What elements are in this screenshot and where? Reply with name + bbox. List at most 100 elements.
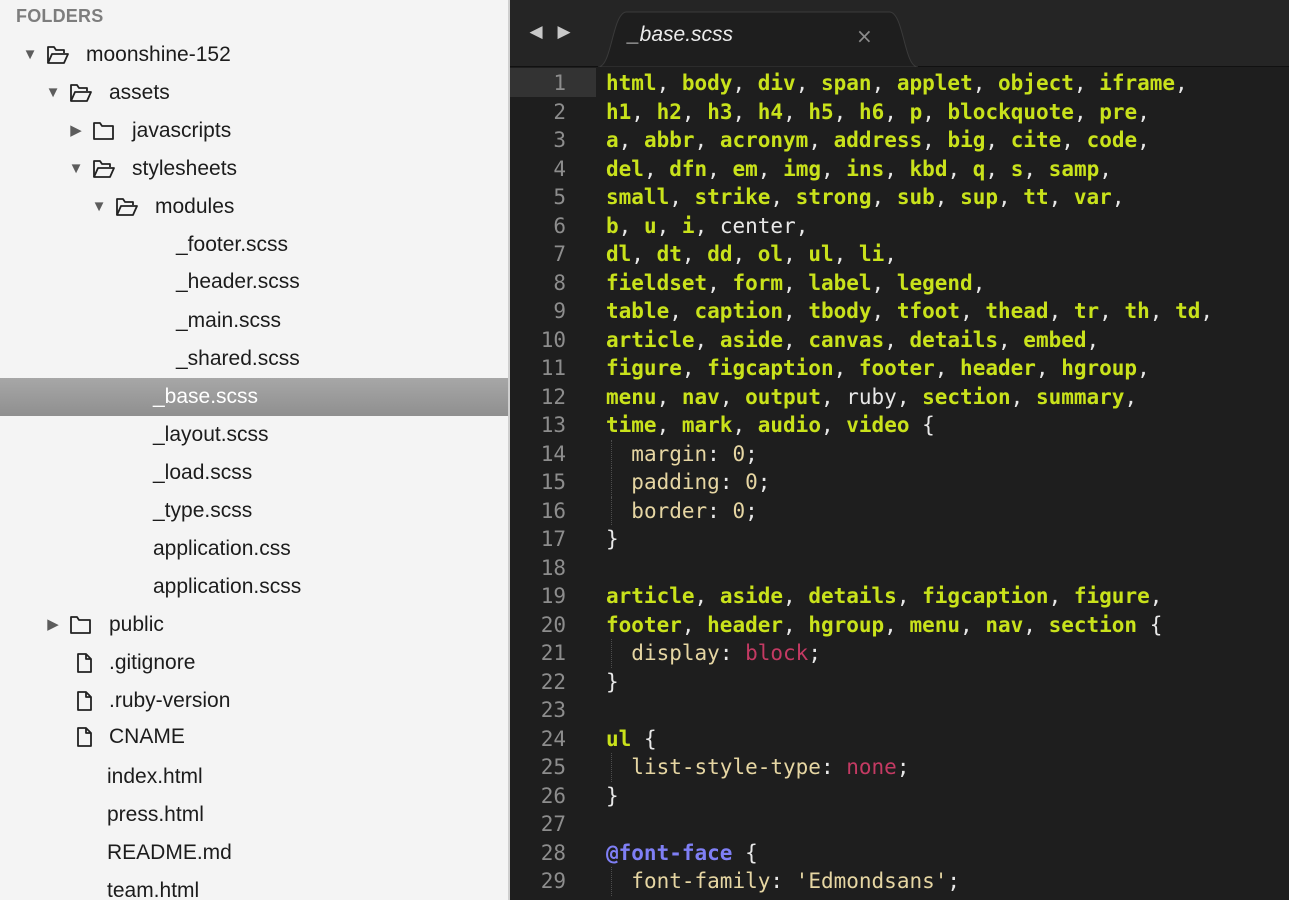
folder-icon [69, 614, 91, 636]
code-text: margin: 0; [631, 441, 758, 466]
code-line: 27 [510, 810, 1289, 839]
tree-item-label: team.html [107, 879, 200, 900]
back-arrow-icon[interactable]: ◀ [528, 22, 544, 42]
tree-item[interactable]: ▼ stylesheets [0, 150, 508, 188]
tree-item-label: _footer.scss [176, 233, 289, 256]
code-text: article, aside, details, figcaption, fig… [606, 584, 1163, 608]
tree-item[interactable]: ▶ public [0, 606, 508, 644]
code-line: 17} [510, 525, 1289, 554]
tree-item[interactable]: .gitignore [0, 644, 508, 682]
line-number: 14 [540, 441, 566, 466]
tree-item-label: _load.scss [153, 461, 253, 484]
line-number: 11 [540, 356, 566, 380]
code-line: 2 h1, h2, h3, h4, h5, h6, p, blockquote, … [510, 98, 1289, 127]
tree-item-label: press.html [107, 803, 204, 826]
disclosure-open-icon[interactable]: ▼ [45, 74, 61, 112]
tree-item[interactable]: application.scss [0, 568, 508, 606]
tree-item[interactable]: ▶ javascripts [0, 112, 508, 150]
tree-item[interactable]: README.md [0, 834, 508, 872]
indent-guide [611, 639, 612, 668]
code-text: dl, dt, dd, ol, ul, li, [606, 242, 897, 266]
code-text: a, abbr, acronym, address, big, cite, co… [606, 128, 1150, 152]
line-number: 17 [540, 527, 566, 551]
indent-guide [611, 439, 612, 468]
disclosure-closed-icon[interactable]: ▶ [68, 112, 84, 150]
tree-item[interactable]: press.html [0, 796, 508, 834]
indent-guide [611, 867, 612, 896]
code-text: border: 0; [631, 498, 758, 523]
tree-item-label: application.scss [153, 575, 302, 598]
tree-item[interactable]: _load.scss [0, 454, 508, 492]
tree-item-label: assets [109, 81, 170, 104]
disclosure-open-icon[interactable]: ▼ [91, 188, 107, 226]
tree-item[interactable]: _footer.scss [0, 226, 508, 264]
indent-guide [611, 753, 612, 782]
line-number: 13 [540, 413, 566, 437]
code-text: article, aside, canvas, details, embed, [606, 327, 1100, 352]
tree-item[interactable]: _base.scss [0, 378, 508, 416]
tree-item-label: .ruby-version [109, 689, 231, 712]
tree-item-label: _type.scss [153, 499, 253, 522]
tree-item-label: _layout.scss [153, 423, 269, 446]
tree-item[interactable]: _main.scss [0, 302, 508, 340]
folder-open-icon [46, 44, 69, 66]
tree-item[interactable]: index.html [0, 758, 508, 796]
forward-arrow-icon[interactable]: ▶ [556, 22, 572, 42]
code-text: del, dfn, em, img, ins, kbd, q, s, samp, [606, 156, 1112, 181]
line-number: 5 [553, 185, 566, 209]
code-text: b, u, i, center, [606, 213, 809, 238]
code-line: 20 footer, header, hgroup, menu, nav, sec… [510, 611, 1289, 640]
line-number: 16 [540, 498, 566, 523]
close-icon[interactable]: × [856, 24, 873, 48]
tree-item[interactable]: _layout.scss [0, 416, 508, 454]
code-line: 1 html, body, div, span, applet, object, … [510, 69, 1289, 98]
code-text: footer, header, hgroup, menu, nav, secti… [606, 612, 1163, 637]
disclosure-closed-icon[interactable]: ▶ [45, 606, 61, 644]
code-text: padding: 0; [631, 470, 771, 494]
code-line: 3 a, abbr, acronym, address, big, cite, c… [510, 126, 1289, 155]
tab-base-scss[interactable]: _base.scss × [598, 10, 928, 67]
code-line: 18 [510, 554, 1289, 583]
tree-item-label: application.css [153, 537, 291, 560]
line-number: 28 [540, 840, 566, 865]
tree-item[interactable]: _type.scss [0, 492, 508, 530]
indent-guide [611, 468, 612, 497]
tree-item[interactable]: .ruby-version [0, 682, 508, 720]
tree-item[interactable]: CNAME [0, 718, 508, 756]
code-line: 29 font-family: 'Edmondsans'; [510, 867, 1289, 896]
editor-pane[interactable]: ◀ ▶ _base.scss × 1 html, body, div, span,… [510, 0, 1289, 900]
code-text: html, body, div, span, applet, object, i… [606, 71, 1188, 95]
disclosure-open-icon[interactable]: ▼ [68, 150, 84, 188]
code-line: 14 margin: 0; [510, 439, 1289, 468]
line-number: 6 [553, 213, 566, 238]
line-number: 8 [553, 270, 566, 295]
code-line: 13 time, mark, audio, video { [510, 411, 1289, 440]
line-number: 9 [553, 299, 566, 323]
disclosure-open-icon[interactable]: ▼ [22, 36, 38, 74]
line-number: 22 [540, 669, 566, 694]
line-number: 20 [540, 612, 566, 637]
tree-item[interactable]: _header.scss [0, 263, 508, 301]
folder-open-icon [69, 82, 92, 104]
tree-item[interactable]: ▼ moonshine-152 [0, 36, 508, 74]
code-line: 5 small, strike, strong, sub, sup, tt, va… [510, 183, 1289, 212]
tree-item[interactable]: ▼ modules [0, 188, 508, 226]
tab-bar: ◀ ▶ _base.scss × [510, 0, 1289, 67]
code-line: 15 padding: 0; [510, 468, 1289, 497]
code-area[interactable]: 1 html, body, div, span, applet, object, … [510, 66, 1289, 900]
code-text: @font-face { [606, 840, 758, 865]
tree-item[interactable]: team.html [0, 872, 508, 900]
tree-item[interactable]: _shared.scss [0, 340, 508, 378]
code-line: 24 ul { [510, 725, 1289, 754]
tree-item[interactable]: ▼ assets [0, 74, 508, 112]
code-line: 7 dl, dt, dd, ol, ul, li, [510, 240, 1289, 269]
code-text: figure, figcaption, footer, header, hgro… [606, 356, 1150, 380]
code-text: ul { [606, 726, 657, 751]
code-text: time, mark, audio, video { [606, 413, 935, 437]
code-text: fieldset, form, label, legend, [606, 270, 986, 295]
tree-item[interactable]: application.css [0, 530, 508, 568]
tree-item-label: CNAME [109, 725, 185, 748]
line-number: 23 [540, 698, 566, 722]
folder-open-icon [92, 158, 115, 180]
sidebar: FOLDERS ▼ moonshine-152 ▼ assets ▶ javascript… [0, 0, 510, 900]
